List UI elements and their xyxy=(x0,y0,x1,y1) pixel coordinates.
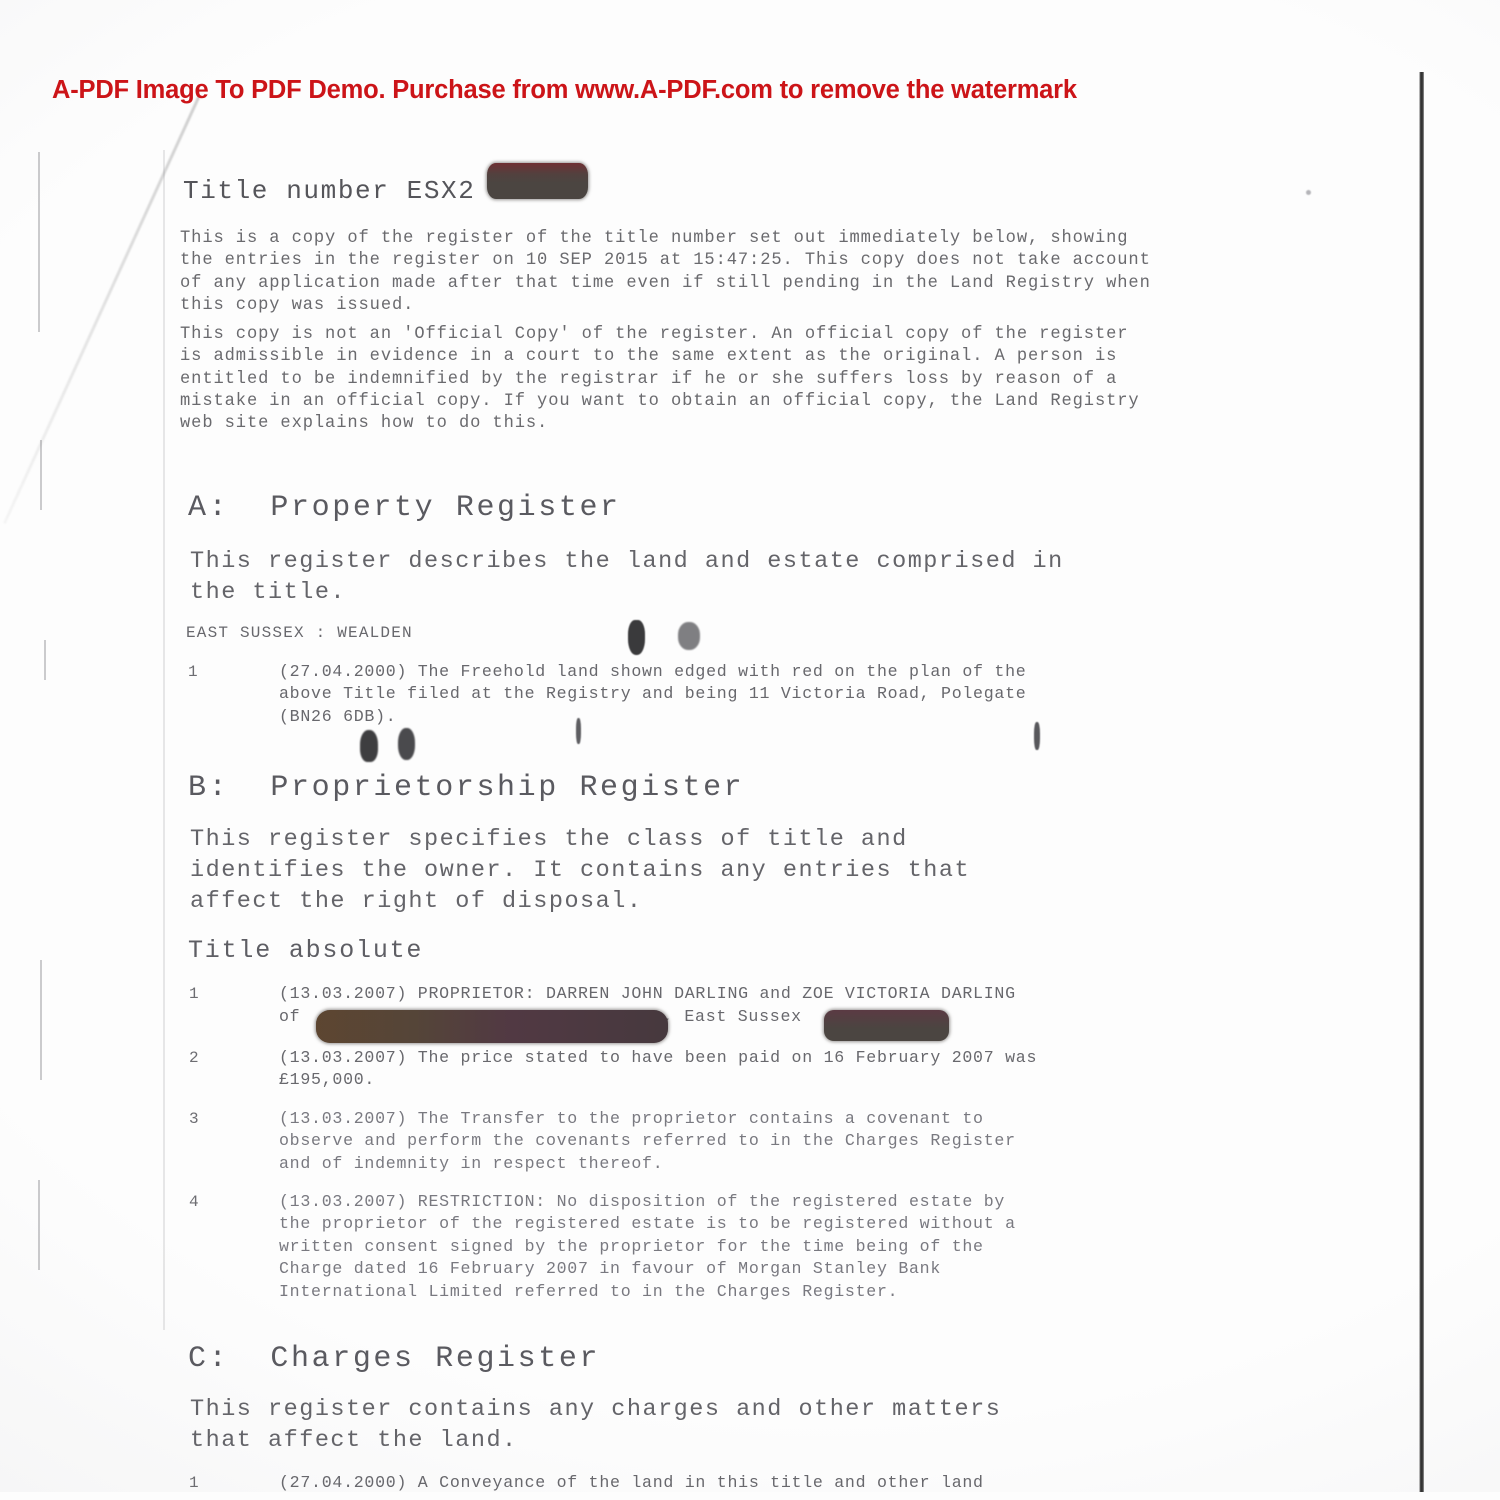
section-a-entry-number: 1 xyxy=(188,663,199,681)
section-b-class-of-title: Title absolute xyxy=(188,936,424,965)
section-b-entry-3-text: (13.03.2007) The Transfer to the proprie… xyxy=(279,1109,1016,1173)
document-body: Title number ESX2 This is a copy of the … xyxy=(0,0,1500,1500)
scanned-document-page: A-PDF Image To PDF Demo. Purchase from w… xyxy=(0,0,1500,1500)
section-b-entry-1-county: , East Sussex xyxy=(663,1007,802,1026)
section-c-description: This register contains any charges and o… xyxy=(190,1396,1002,1454)
redaction-proprietor-address xyxy=(316,1010,668,1043)
page-bottom-clip xyxy=(0,1492,1500,1500)
section-a-heading: A: Property Register xyxy=(188,491,621,525)
section-b-entry-4-number: 4 xyxy=(189,1193,200,1211)
section-c-heading: C: Charges Register xyxy=(188,1342,601,1376)
section-c-entry-1-number: 1 xyxy=(189,1474,200,1492)
intro-paragraph-2: This copy is not an 'Official Copy' of t… xyxy=(180,325,1140,434)
section-b-heading: B: Proprietorship Register xyxy=(188,771,745,805)
section-a-description: This register describes the land and est… xyxy=(190,548,1064,606)
section-a-entry-text: (27.04.2000) The Freehold land shown edg… xyxy=(279,662,1027,726)
section-b-entry-4-text: (13.03.2007) RESTRICTION: No disposition… xyxy=(279,1192,1016,1301)
intro-paragraph-1: This is a copy of the register of the ti… xyxy=(180,229,1151,315)
section-b-entry-1-of-prefix: of xyxy=(279,1007,301,1026)
title-number: Title number ESX2 xyxy=(183,176,476,206)
section-b-description: This register specifies the class of tit… xyxy=(190,826,971,915)
redaction-title-number xyxy=(487,163,588,199)
section-b-entry-1-number: 1 xyxy=(189,985,200,1003)
section-a-location: EAST SUSSEX : WEALDEN xyxy=(186,624,413,642)
section-b-entry-2-text: (13.03.2007) The price stated to have be… xyxy=(279,1048,1038,1090)
section-b-entry-3-number: 3 xyxy=(189,1110,200,1128)
section-b-entry-2-number: 2 xyxy=(189,1049,200,1067)
redaction-postcode xyxy=(824,1010,949,1041)
section-b-entry-1-line-1: (13.03.2007) PROPRIETOR: DARREN JOHN DAR… xyxy=(279,984,1016,1003)
watermark-text: A-PDF Image To PDF Demo. Purchase from w… xyxy=(52,76,1077,104)
